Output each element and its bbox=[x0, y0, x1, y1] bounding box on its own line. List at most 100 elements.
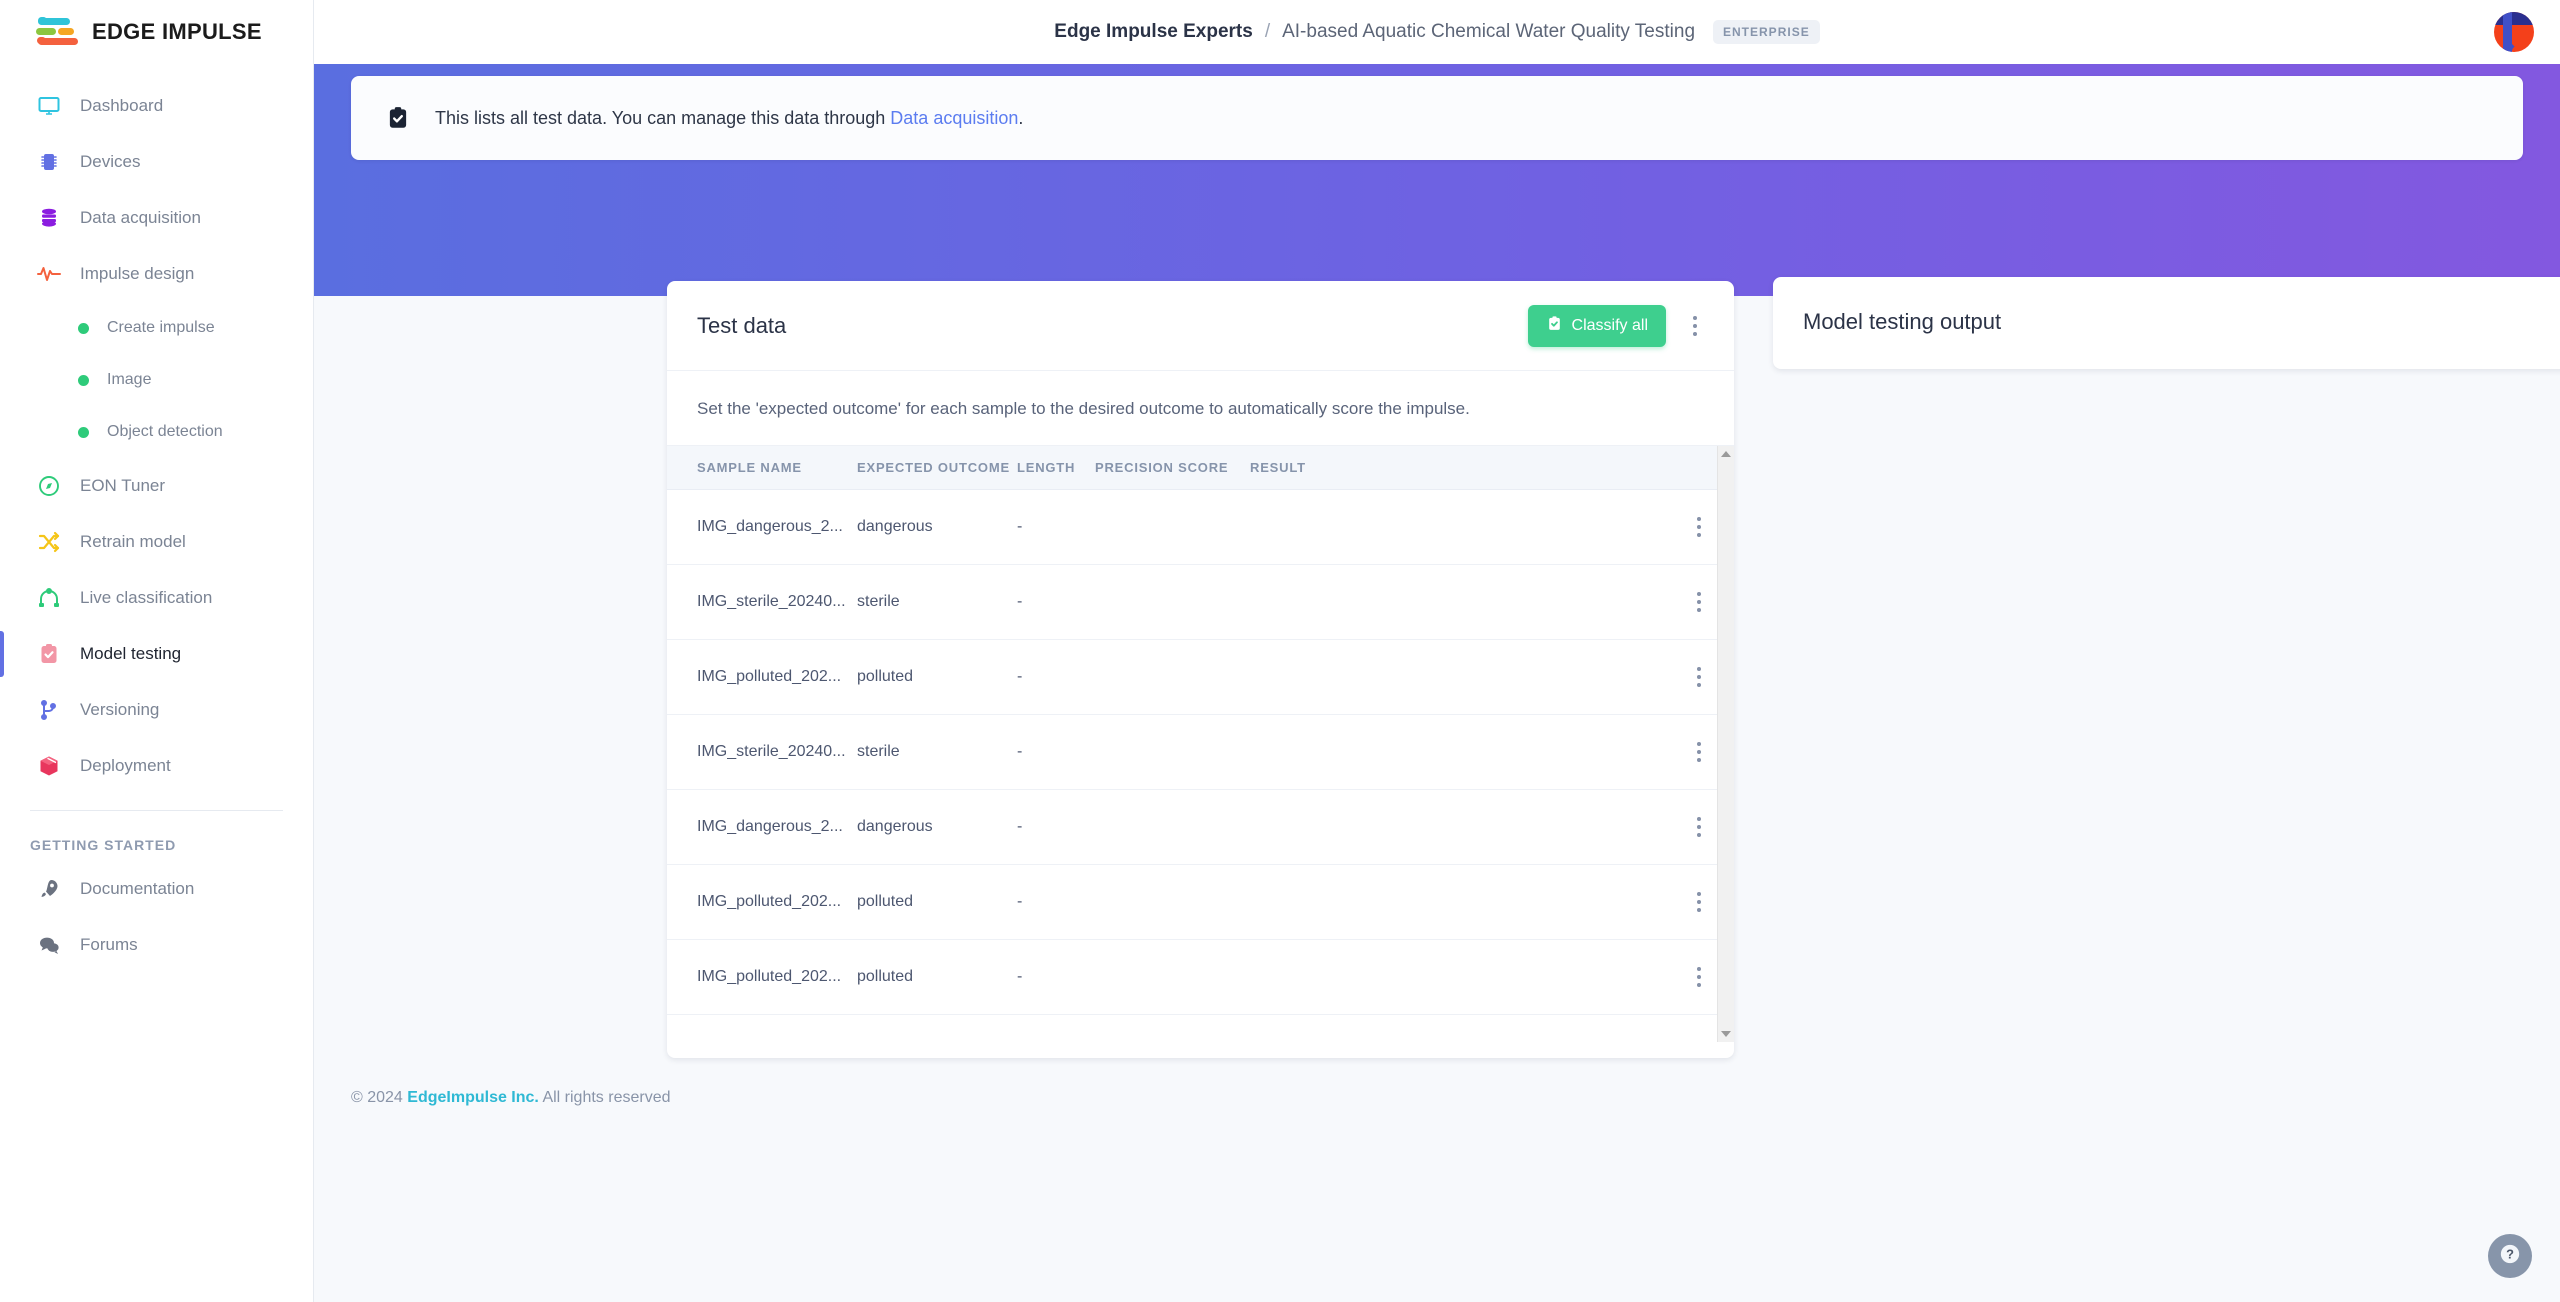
row-kebab-menu-icon[interactable] bbox=[1682, 585, 1716, 619]
sidebar-subitem-label: Image bbox=[107, 371, 152, 388]
table-row[interactable]: IMG_sterile_20240... sterile - bbox=[667, 714, 1734, 790]
cell-precision-score bbox=[1095, 564, 1250, 640]
column-header-result[interactable]: RESULT bbox=[1250, 446, 1664, 490]
sidebar-item-label: Impulse design bbox=[80, 264, 195, 283]
row-kebab-menu-icon[interactable] bbox=[1682, 735, 1716, 769]
banner-text-after: . bbox=[1018, 107, 1024, 128]
network-icon bbox=[36, 585, 62, 611]
footer: © 2024 EdgeImpulse Inc. All rights reser… bbox=[351, 1089, 670, 1107]
status-dot-icon bbox=[78, 426, 89, 438]
cell-expected-outcome[interactable]: polluted bbox=[857, 639, 1017, 715]
table-row[interactable]: IMG_dangerous_2...dangerous- bbox=[667, 1014, 1734, 1042]
sidebar-item-forums[interactable]: Forums bbox=[0, 917, 313, 973]
cell-expected-outcome[interactable]: dangerous bbox=[857, 489, 1017, 565]
box-icon bbox=[36, 753, 62, 779]
table-row[interactable]: IMG_polluted_202... polluted - bbox=[667, 864, 1734, 940]
sidebar-item-impulse-design[interactable]: Impulse design bbox=[0, 246, 313, 302]
test-data-table: SAMPLE NAME EXPECTED OUTCOME LENGTH PREC… bbox=[667, 446, 1734, 1042]
model-testing-output-header: Model testing output (0) bbox=[1773, 277, 2560, 367]
row-kebab-menu-icon[interactable] bbox=[1682, 660, 1716, 694]
cell-expected-outcome[interactable]: sterile bbox=[857, 714, 1017, 790]
banner-text-before: This lists all test data. You can manage… bbox=[435, 107, 891, 128]
sidebar-item-versioning[interactable]: Versioning bbox=[0, 682, 313, 738]
help-button[interactable]: ? bbox=[2488, 1234, 2532, 1278]
sidebar-subitem-create-impulse[interactable]: Create impulse bbox=[0, 302, 313, 354]
sidebar: EDGE IMPULSE Dashboard Devices Data acqu… bbox=[0, 0, 314, 1302]
scroll-down-arrow-icon[interactable] bbox=[1721, 1031, 1731, 1037]
table-row[interactable]: IMG_sterile_20240... sterile - bbox=[667, 564, 1734, 640]
kebab-menu-icon[interactable] bbox=[1678, 309, 1712, 343]
chip-icon bbox=[36, 149, 62, 175]
cell-expected-outcome[interactable]: polluted bbox=[857, 864, 1017, 940]
sidebar-item-label: Data acquisition bbox=[80, 208, 201, 227]
row-kebab-menu-icon[interactable] bbox=[1682, 885, 1716, 919]
cell-length: - bbox=[1017, 489, 1095, 565]
footer-company: EdgeImpulse Inc. bbox=[407, 1089, 539, 1106]
logo-text: EDGE IMPULSE bbox=[92, 19, 262, 44]
table-row[interactable]: IMG_polluted_202... polluted - bbox=[667, 939, 1734, 1015]
column-header-expected-outcome[interactable]: EXPECTED OUTCOME bbox=[857, 446, 1017, 490]
clipboard-check-icon bbox=[36, 641, 62, 667]
sidebar-item-label: Model testing bbox=[80, 644, 182, 663]
table-scrollbar[interactable] bbox=[1717, 446, 1734, 1042]
sidebar-item-eon-tuner[interactable]: EON Tuner bbox=[0, 458, 313, 514]
breadcrumb-project[interactable]: AI-based Aquatic Chemical Water Quality … bbox=[1282, 21, 1695, 43]
sidebar-item-deployment[interactable]: Deployment bbox=[0, 738, 313, 794]
table-row[interactable]: IMG_dangerous_2...dangerous- bbox=[667, 489, 1734, 565]
cell-length: - bbox=[1017, 1014, 1095, 1042]
clipboard-check-icon bbox=[385, 105, 411, 131]
column-header-length[interactable]: LENGTH bbox=[1017, 446, 1095, 490]
cell-result bbox=[1250, 1014, 1664, 1042]
cell-result bbox=[1250, 639, 1664, 715]
cell-precision-score bbox=[1095, 1014, 1250, 1042]
model-testing-output-title: Model testing output bbox=[1803, 309, 2002, 334]
banner-text: This lists all test data. You can manage… bbox=[435, 108, 1023, 129]
sidebar-item-devices[interactable]: Devices bbox=[0, 134, 313, 190]
sidebar-item-data-acquisition[interactable]: Data acquisition bbox=[0, 190, 313, 246]
sidebar-subitem-object-detection[interactable]: Object detection bbox=[0, 406, 313, 458]
cell-expected-outcome[interactable]: dangerous bbox=[857, 1014, 1017, 1042]
table-row[interactable]: IMG_dangerous_2...dangerous- bbox=[667, 789, 1734, 865]
row-kebab-menu-icon[interactable] bbox=[1682, 1035, 1716, 1042]
model-testing-output-card: Model testing output (0) bbox=[1773, 277, 2560, 369]
primary-nav: Dashboard Devices Data acquisition Impul… bbox=[0, 78, 313, 973]
cell-expected-outcome[interactable]: dangerous bbox=[857, 789, 1017, 865]
classify-all-label: Classify all bbox=[1571, 316, 1648, 334]
footer-rights: All rights reserved bbox=[542, 1089, 671, 1106]
sidebar-item-label: Dashboard bbox=[80, 96, 164, 115]
app-logo[interactable]: EDGE IMPULSE bbox=[0, 0, 313, 64]
shuffle-icon bbox=[36, 529, 62, 555]
cell-precision-score bbox=[1095, 789, 1250, 865]
cell-precision-score bbox=[1095, 714, 1250, 790]
scroll-up-arrow-icon[interactable] bbox=[1721, 451, 1731, 457]
cell-length: - bbox=[1017, 789, 1095, 865]
branch-icon bbox=[36, 697, 62, 723]
sidebar-item-retrain-model[interactable]: Retrain model bbox=[0, 514, 313, 570]
info-banner: This lists all test data. You can manage… bbox=[351, 76, 2523, 160]
column-header-sample-name[interactable]: SAMPLE NAME bbox=[667, 446, 857, 490]
data-acquisition-link[interactable]: Data acquisition bbox=[890, 108, 1018, 128]
monitor-icon bbox=[36, 93, 62, 119]
sidebar-item-live-classification[interactable]: Live classification bbox=[0, 570, 313, 626]
clipboard-check-icon bbox=[1546, 315, 1563, 337]
row-kebab-menu-icon[interactable] bbox=[1682, 960, 1716, 994]
rocket-icon bbox=[36, 876, 62, 902]
breadcrumb-org[interactable]: Edge Impulse Experts bbox=[1054, 21, 1253, 43]
cell-result bbox=[1250, 714, 1664, 790]
sidebar-item-dashboard[interactable]: Dashboard bbox=[0, 78, 313, 134]
sidebar-subitem-image[interactable]: Image bbox=[0, 354, 313, 406]
sidebar-item-model-testing[interactable]: Model testing bbox=[0, 626, 313, 682]
row-kebab-menu-icon[interactable] bbox=[1682, 510, 1716, 544]
table-row[interactable]: IMG_polluted_202... polluted - bbox=[667, 639, 1734, 715]
top-header: Edge Impulse Experts / AI-based Aquatic … bbox=[314, 0, 2560, 64]
cell-result bbox=[1250, 939, 1664, 1015]
sidebar-item-documentation[interactable]: Documentation bbox=[0, 861, 313, 917]
avatar[interactable] bbox=[2494, 12, 2534, 52]
breadcrumb-separator: / bbox=[1264, 21, 1271, 42]
sidebar-item-label: Versioning bbox=[80, 700, 160, 719]
classify-all-button[interactable]: Classify all bbox=[1527, 304, 1666, 347]
cell-expected-outcome[interactable]: polluted bbox=[857, 939, 1017, 1015]
cell-expected-outcome[interactable]: sterile bbox=[857, 564, 1017, 640]
row-kebab-menu-icon[interactable] bbox=[1682, 810, 1716, 844]
column-header-precision-score[interactable]: PRECISION SCORE bbox=[1095, 446, 1250, 490]
